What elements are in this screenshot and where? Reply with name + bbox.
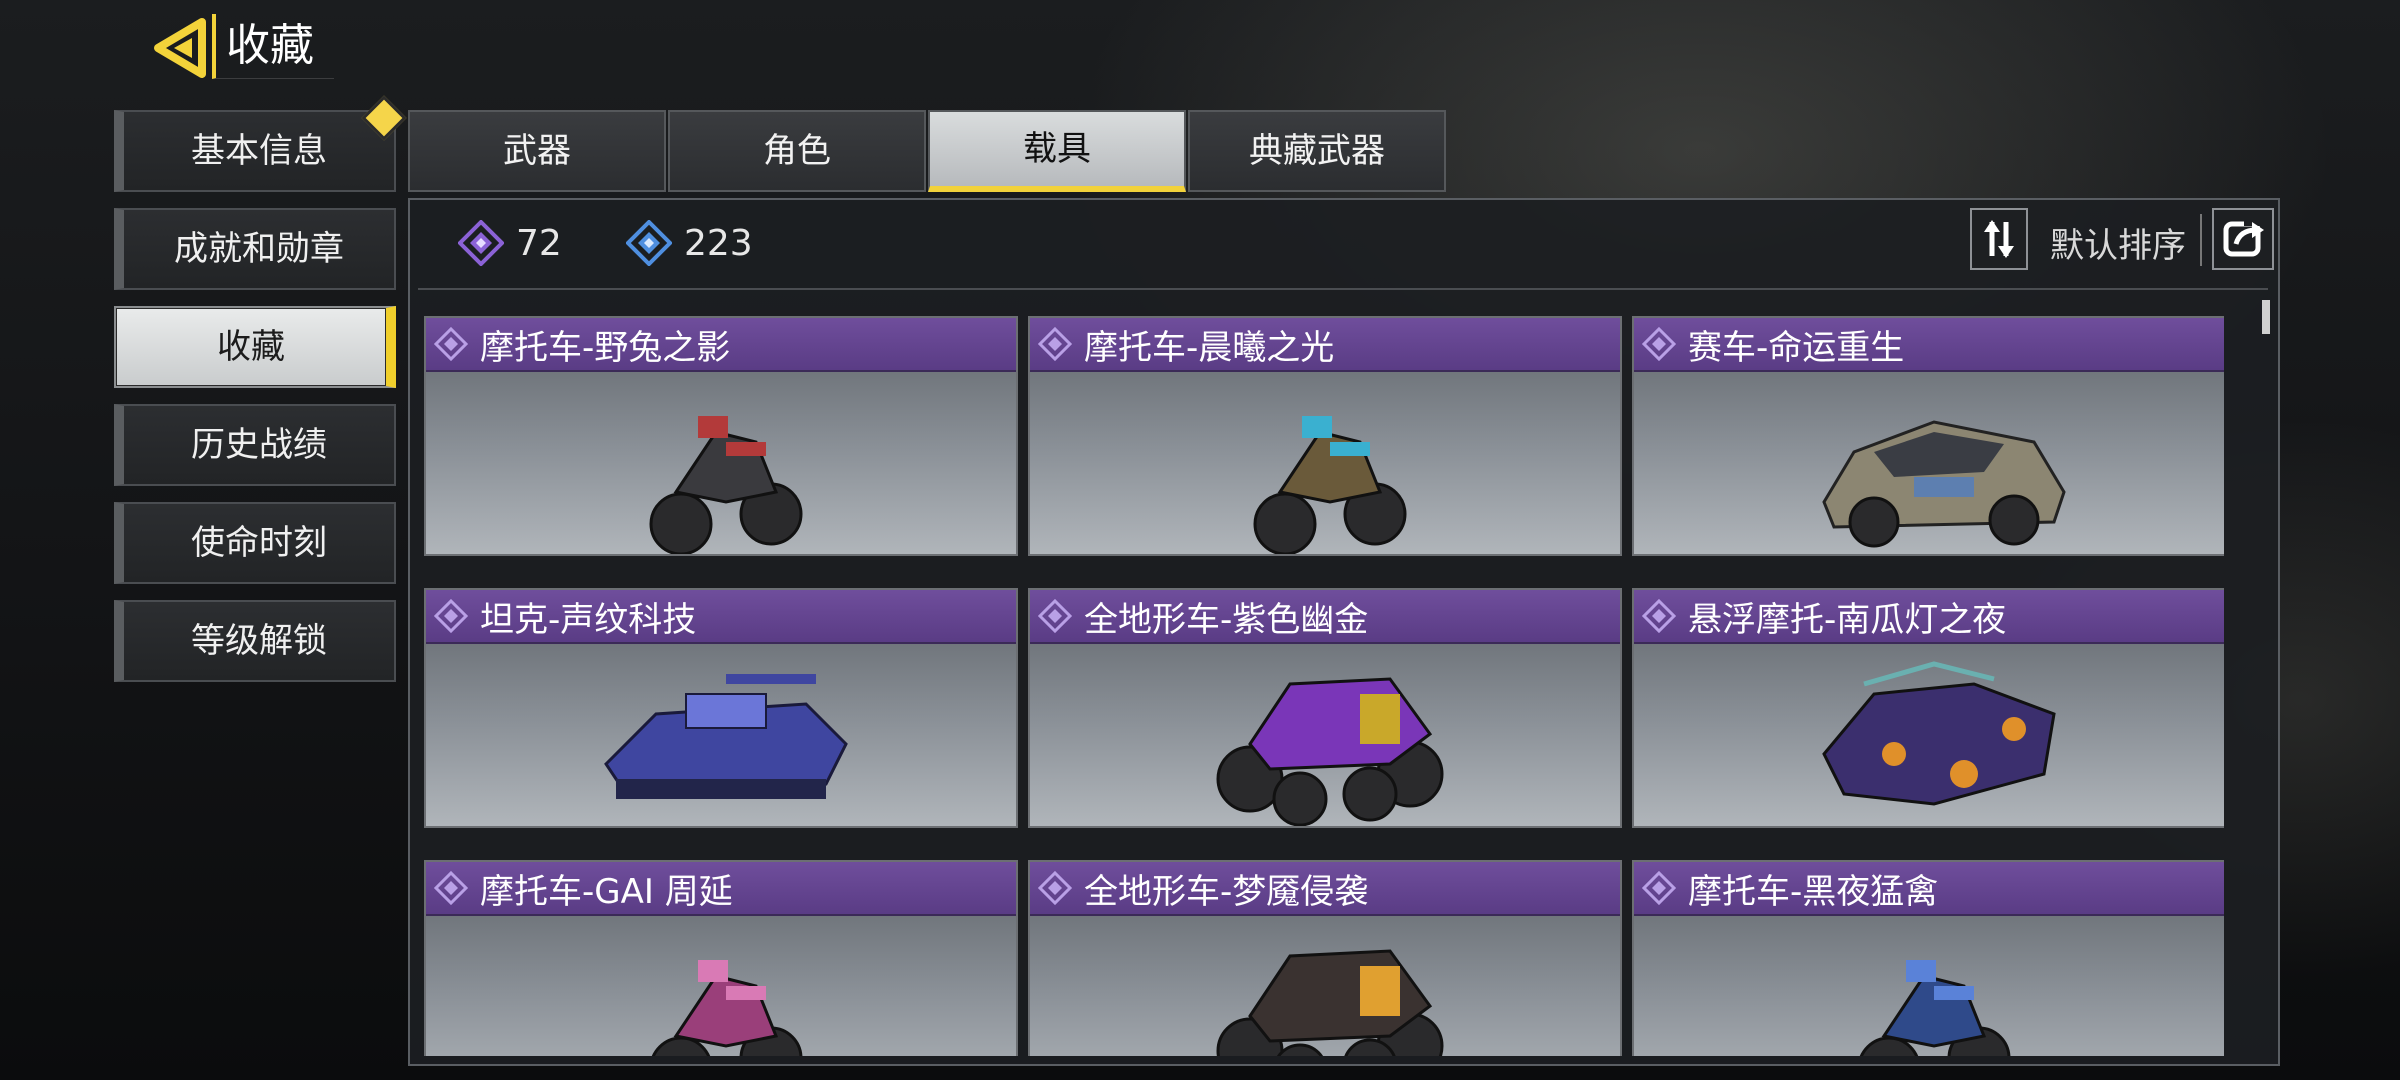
- blue-diamond-icon: [626, 220, 672, 266]
- sidebar-item-label: 使命时刻: [191, 523, 327, 563]
- card-header: 全地形车-梦魇侵袭: [1030, 862, 1620, 916]
- vehicle-grid: 摩托车-野兔之影 摩托车-晨曦之光 赛车-命运重生 坦克-声纹科技 全地形车-紫…: [424, 316, 2224, 1056]
- vehicle-card[interactable]: 全地形车-梦魇侵袭: [1028, 860, 1622, 1056]
- card-header: 悬浮摩托-南瓜灯之夜: [1634, 590, 2224, 644]
- vehicle-image: [1859, 960, 2011, 1056]
- vehicle-name: 全地形车-紫色幽金: [1084, 599, 1369, 640]
- sidebar-item-label: 收藏: [217, 327, 285, 367]
- vehicle-name: 赛车-命运重生: [1688, 327, 1905, 368]
- vehicle-card[interactable]: 坦克-声纹科技: [424, 588, 1018, 828]
- blue-count: 223: [684, 222, 753, 264]
- divider: [2200, 214, 2202, 266]
- card-header: 赛车-命运重生: [1634, 318, 2224, 372]
- sidebar-item-achievements[interactable]: 成就和勋章: [114, 208, 396, 290]
- card-header: 摩托车-黑夜猛禽: [1634, 862, 2224, 916]
- vehicle-card[interactable]: 摩托车-晨曦之光: [1028, 316, 1622, 556]
- vehicle-image: [649, 416, 803, 554]
- vehicle-card[interactable]: 赛车-命运重生: [1632, 316, 2224, 556]
- rarity-diamond-icon: [434, 871, 468, 905]
- tab-classic-weapons[interactable]: 典藏武器: [1188, 110, 1446, 192]
- sidebar-item-label: 成就和勋章: [174, 229, 344, 269]
- vehicle-image: [604, 674, 848, 799]
- vehicle-image: [1253, 416, 1407, 554]
- sidebar-item-basic-info[interactable]: 基本信息: [114, 95, 407, 192]
- purple-count: 72: [516, 222, 562, 264]
- vehicle-name: 摩托车-黑夜猛禽: [1688, 871, 1939, 912]
- sidebar-item-level-unlock[interactable]: 等级解锁: [114, 600, 396, 682]
- vehicle-card[interactable]: 全地形车-紫色幽金: [1028, 588, 1622, 828]
- sidebar-item-history[interactable]: 历史战绩: [114, 404, 396, 486]
- vehicle-name: 摩托车-晨曦之光: [1084, 327, 1335, 368]
- card-header: 摩托车-晨曦之光: [1030, 318, 1620, 372]
- blue-count-stat: 223: [626, 220, 753, 266]
- tab-characters[interactable]: 角色: [668, 110, 926, 192]
- sort-toggle-button[interactable]: [1970, 208, 2028, 270]
- rarity-diamond-icon: [1038, 327, 1072, 361]
- share-icon: [2223, 218, 2266, 257]
- tab-vehicles[interactable]: 载具: [928, 110, 1186, 192]
- vehicle-name: 摩托车-GAI 周延: [480, 871, 733, 912]
- back-button[interactable]: [150, 16, 214, 80]
- rarity-diamond-icon: [1642, 871, 1676, 905]
- vehicle-name: 摩托车-野兔之影: [480, 327, 731, 368]
- rarity-diamond-icon: [1038, 871, 1072, 905]
- sidebar-item-collection[interactable]: 收藏: [114, 306, 396, 388]
- card-header: 摩托车-GAI 周延: [426, 862, 1016, 916]
- vehicle-image: [1822, 661, 2056, 806]
- sort-label[interactable]: 默认排序: [2050, 218, 2186, 267]
- scrollbar[interactable]: [2262, 300, 2270, 334]
- stats-bar: 72 223 默认排序: [418, 200, 2274, 290]
- collection-panel: 72 223 默认排序 摩托车-野兔之影 摩托车-晨曦之光 赛车-命运重生 坦克…: [408, 198, 2280, 1066]
- vehicle-card[interactable]: 摩托车-野兔之影: [424, 316, 1018, 556]
- rarity-diamond-icon: [1038, 599, 1072, 633]
- rarity-diamond-icon: [434, 599, 468, 633]
- sort-arrows-icon: [1984, 220, 2014, 258]
- vehicle-name: 悬浮摩托-南瓜灯之夜: [1688, 599, 2007, 640]
- vehicle-image: [1216, 949, 1444, 1056]
- card-header: 全地形车-紫色幽金: [1030, 590, 1620, 644]
- rarity-diamond-icon: [434, 327, 468, 361]
- tab-weapons[interactable]: 武器: [408, 110, 666, 192]
- category-tabs: 武器 角色 载具 典藏武器: [408, 110, 1448, 192]
- sidebar-item-label: 等级解锁: [191, 621, 327, 661]
- card-header: 坦克-声纹科技: [426, 590, 1016, 644]
- vehicle-name: 全地形车-梦魇侵袭: [1084, 871, 1369, 912]
- card-header: 摩托车-野兔之影: [426, 318, 1016, 372]
- sidebar-item-label: 基本信息: [191, 131, 327, 171]
- notification-diamond-icon: [361, 95, 407, 141]
- vehicle-card[interactable]: 悬浮摩托-南瓜灯之夜: [1632, 588, 2224, 828]
- rarity-diamond-icon: [1642, 327, 1676, 361]
- share-button[interactable]: [2212, 208, 2274, 270]
- vehicle-image: [1216, 677, 1444, 826]
- sidebar-item-label: 历史战绩: [191, 425, 327, 465]
- vehicle-image: [651, 960, 803, 1056]
- vehicle-name: 坦克-声纹科技: [480, 599, 697, 640]
- back-arrow-icon: [154, 18, 206, 78]
- vehicle-image: [1822, 420, 2066, 548]
- purple-count-stat: 72: [458, 220, 562, 266]
- purple-diamond-icon: [458, 220, 504, 266]
- page-title: 收藏: [212, 14, 334, 79]
- vehicle-card[interactable]: 摩托车-黑夜猛禽: [1632, 860, 2224, 1056]
- sidebar-item-moments[interactable]: 使命时刻: [114, 502, 396, 584]
- rarity-diamond-icon: [1642, 599, 1676, 633]
- sidebar: 基本信息 成就和勋章 收藏 历史战绩 使命时刻 等级解锁: [114, 95, 407, 698]
- vehicle-card[interactable]: 摩托车-GAI 周延: [424, 860, 1018, 1056]
